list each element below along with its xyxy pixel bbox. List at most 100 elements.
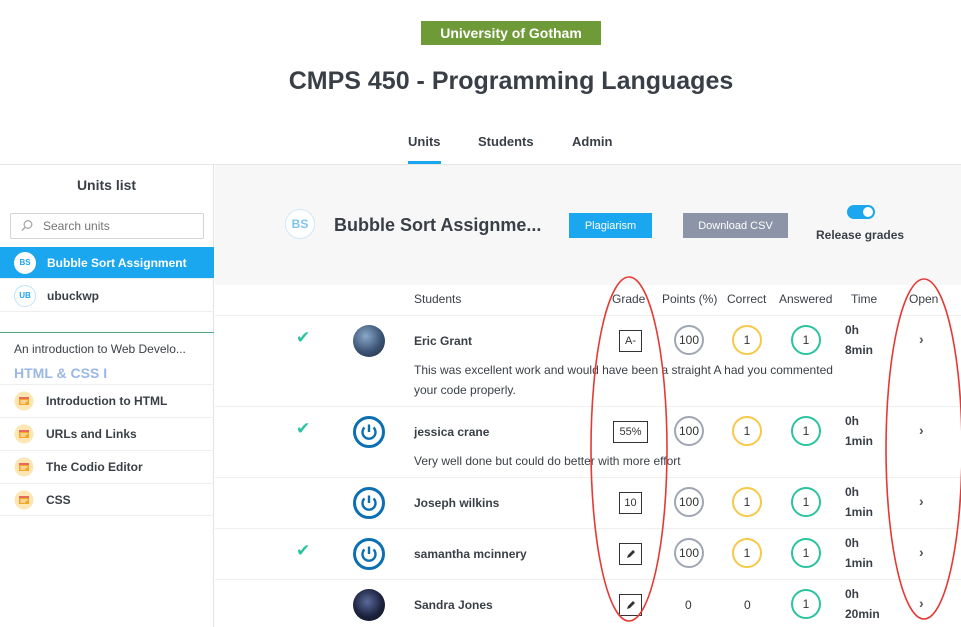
html-lesson-icon xyxy=(14,457,34,477)
student-name[interactable]: jessica crane xyxy=(414,425,489,439)
lesson-label: URLs and Links xyxy=(46,427,137,441)
correct-value: 0 xyxy=(744,598,751,612)
points-circle: 100 xyxy=(674,538,704,568)
lesson-item[interactable]: Introduction to HTML xyxy=(0,384,214,417)
open-chevron-icon[interactable]: › xyxy=(919,422,924,438)
time-hours: 0h xyxy=(845,414,860,428)
unit-title: Bubble Sort Assignme... xyxy=(334,215,542,235)
course-title: CMPS 450 - Programming Languages xyxy=(288,67,734,95)
unit-item-ubuckwp[interactable]: UB ubuckwp xyxy=(0,280,214,312)
time-minutes: 1min xyxy=(845,505,874,519)
comment-line: your code properly. xyxy=(414,383,516,397)
answered-circle: 1 xyxy=(791,325,821,355)
edit-grade-button[interactable] xyxy=(619,594,642,616)
org-badge: University of Gotham xyxy=(421,21,601,45)
tab-students[interactable]: Students xyxy=(478,134,534,164)
lesson-item[interactable]: CSS xyxy=(0,483,214,516)
search-units-input[interactable] xyxy=(43,219,193,233)
sidebar-title: Units list xyxy=(76,177,137,193)
avatar xyxy=(353,538,385,570)
avatar xyxy=(353,325,385,357)
points-value: 0 xyxy=(685,598,692,612)
check-icon: ✔ xyxy=(296,419,311,438)
tab-admin[interactable]: Admin xyxy=(572,134,612,164)
unit-avatar: BS xyxy=(285,209,315,239)
release-grades-label: Release grades xyxy=(816,228,905,242)
correct-circle: 1 xyxy=(732,416,762,446)
student-name[interactable]: Joseph wilkins xyxy=(414,496,499,510)
main-panel: BS Bubble Sort Assignme... Plagiarism Do… xyxy=(215,165,961,627)
unit-label: Bubble Sort Assignment xyxy=(47,255,187,270)
module-section: HTML & CSS I xyxy=(14,365,108,381)
grade-box[interactable]: 10 xyxy=(619,492,642,514)
header-correct: Correct xyxy=(727,292,767,306)
open-chevron-icon[interactable]: › xyxy=(919,331,924,347)
grade-box[interactable]: 55% xyxy=(613,421,648,443)
avatar xyxy=(353,589,385,621)
power-icon xyxy=(361,424,377,440)
time-value: 0h 1min xyxy=(845,482,873,522)
unit-item-bubble-sort[interactable]: BS Bubble Sort Assignment xyxy=(0,247,214,279)
power-icon xyxy=(361,546,377,562)
time-hours: 0h xyxy=(845,485,860,499)
points-circle: 100 xyxy=(674,325,704,355)
answered-circle: 1 xyxy=(791,487,821,517)
lesson-label: Introduction to HTML xyxy=(46,394,168,408)
open-chevron-icon[interactable]: › xyxy=(919,595,924,611)
pencil-icon xyxy=(626,601,635,609)
open-chevron-icon[interactable]: › xyxy=(919,544,924,560)
html-lesson-icon xyxy=(14,391,34,411)
grade-comment: This was excellent work and would have b… xyxy=(414,360,874,400)
student-name[interactable]: Sandra Jones xyxy=(414,598,493,612)
lesson-label: CSS xyxy=(46,492,71,507)
power-icon xyxy=(361,495,377,511)
lesson-item[interactable]: URLs and Links xyxy=(0,417,214,450)
table-row: ✔ jessica crane 55% 100 1 1 0h 1min › Ver… xyxy=(215,407,961,478)
unit-badge: UB xyxy=(14,284,36,307)
open-chevron-icon[interactable]: › xyxy=(919,493,924,509)
release-grades-toggle[interactable] xyxy=(847,205,875,219)
points-circle: 100 xyxy=(674,416,704,446)
check-icon: ✔ xyxy=(296,328,311,347)
search-units-box[interactable] xyxy=(10,213,204,239)
table-row: Sandra Jones 0 0 1 0h 20min › xyxy=(215,580,961,627)
units-sidebar: Units list BS Bubble Sort Assignment UB … xyxy=(0,165,214,627)
avatar xyxy=(353,416,385,448)
top-tabs: Units Students Admin xyxy=(0,134,961,165)
edit-grade-button[interactable] xyxy=(619,543,642,565)
header-points: Points (%) xyxy=(662,292,718,306)
correct-circle: 1 xyxy=(732,325,762,355)
lesson-label: The Codio Editor xyxy=(46,460,143,474)
time-minutes: 1min xyxy=(845,434,874,448)
comment-line: This was excellent work and would have b… xyxy=(414,363,833,377)
time-minutes: 8min xyxy=(845,343,874,357)
correct-circle: 1 xyxy=(732,487,762,517)
grade-comment: Very well done but could do better with … xyxy=(414,454,681,468)
toggle-knob xyxy=(863,207,873,217)
table-row: ✔ Eric Grant A- 100 1 1 0h 8min › This wa… xyxy=(215,316,961,407)
time-value: 0h 20min xyxy=(845,584,880,624)
answered-circle: 1 xyxy=(791,538,821,568)
unit-badge: BS xyxy=(14,251,36,274)
student-name[interactable]: Eric Grant xyxy=(414,334,472,348)
table-row: ✔ samantha mcinnery 100 1 1 0h 1min › xyxy=(215,529,961,580)
unit-label: ubuckwp xyxy=(47,288,100,303)
time-value: 0h 1min xyxy=(845,411,873,451)
header-grade: Grade xyxy=(612,292,646,306)
header-time: Time xyxy=(851,292,878,306)
time-hours: 0h xyxy=(845,323,860,337)
answered-circle: 1 xyxy=(791,589,821,619)
html-lesson-icon xyxy=(14,490,34,509)
download-csv-button[interactable]: Download CSV xyxy=(683,213,788,238)
tab-units[interactable]: Units xyxy=(408,134,441,164)
lesson-item[interactable]: The Codio Editor xyxy=(0,450,214,483)
student-name[interactable]: samantha mcinnery xyxy=(414,547,527,561)
plagiarism-button[interactable]: Plagiarism xyxy=(569,213,652,238)
time-hours: 0h xyxy=(845,587,860,601)
app-header: University of Gotham CMPS 450 - Programm… xyxy=(0,0,961,165)
divider xyxy=(0,332,214,333)
search-icon xyxy=(21,220,33,231)
module-title[interactable]: An introduction to Web Develo... xyxy=(14,342,186,356)
pencil-icon xyxy=(626,550,635,558)
grade-box[interactable]: A- xyxy=(619,330,642,352)
